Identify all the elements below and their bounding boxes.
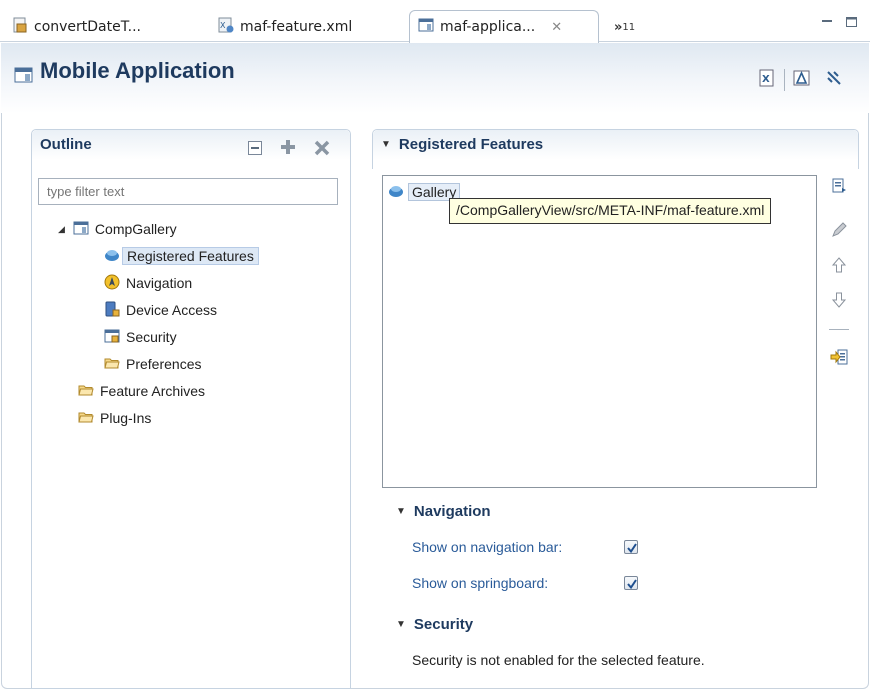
tree-node-navigation[interactable]: Navigation <box>104 272 192 294</box>
navigation-icon <box>104 274 120 293</box>
folder-icon <box>78 409 94 428</box>
tab-convertdate[interactable]: convertDateT... <box>4 12 149 42</box>
tree-label: Device Access <box>126 302 218 318</box>
tree-label: Plug-Ins <box>100 410 152 426</box>
maf-application-icon <box>418 17 434 37</box>
move-down-icon[interactable] <box>829 290 849 310</box>
show-on-springboard-checkbox[interactable] <box>624 576 638 590</box>
svg-text:X: X <box>220 21 226 30</box>
tree-label: Navigation <box>126 275 193 291</box>
editor-title: Mobile Application <box>40 58 235 83</box>
tree-label: Preferences <box>126 356 202 372</box>
tab-label: maf-feature.xml <box>240 19 353 35</box>
tree-label: Feature Archives <box>100 383 206 399</box>
edit-feature-icon[interactable] <box>829 220 849 240</box>
tree-label: CompGallery <box>94 221 177 237</box>
outline-title: Outline <box>40 136 92 153</box>
mobile-application-icon <box>73 220 89 239</box>
security-section-title[interactable]: ▼ Security <box>396 616 473 633</box>
move-up-icon[interactable] <box>829 255 849 275</box>
overflow-count: 11 <box>622 21 636 33</box>
folder-icon <box>104 355 120 374</box>
tree-label: Security <box>126 329 177 345</box>
tree-label: Registered Features <box>122 247 259 265</box>
maf-feature-icon: X <box>218 17 234 37</box>
section-expanded-icon: ▼ <box>381 139 391 150</box>
add-feature-icon[interactable] <box>829 176 849 196</box>
tab-label: convertDateT... <box>34 19 141 35</box>
tree-node-security[interactable]: Security <box>104 326 177 348</box>
tab-maf-feature[interactable]: X maf-feature.xml <box>210 12 360 42</box>
maximize-icon[interactable] <box>845 16 859 28</box>
security-icon <box>104 328 120 347</box>
tree-node-compgallery[interactable]: ◢ CompGallery <box>58 218 177 240</box>
java-file-icon <box>12 17 28 37</box>
header-toolbar: X <box>758 68 843 92</box>
show-on-navigation-bar-checkbox[interactable] <box>624 540 638 554</box>
security-message: Security is not enabled for the selected… <box>412 652 705 668</box>
disconnect-icon[interactable] <box>825 69 843 91</box>
close-tab-icon[interactable]: ✕ <box>551 20 562 35</box>
overflow-chevron-icon: » <box>614 19 623 35</box>
feature-path-tooltip: /CompGalleryView/src/META-INF/maf-featur… <box>449 198 772 224</box>
tree-node-registered-features[interactable]: Registered Features <box>104 245 259 267</box>
show-on-navigation-bar-label: Show on navigation bar: <box>412 539 563 555</box>
toolbar-separator <box>829 329 849 330</box>
device-access-icon <box>104 301 120 320</box>
svg-text:X: X <box>762 74 770 85</box>
import-feature-icon[interactable] <box>829 347 849 367</box>
tab-maf-application[interactable]: maf-applica... ✕ <box>409 10 599 43</box>
collapse-all-icon[interactable] <box>247 140 263 160</box>
delete-icon[interactable] <box>314 140 330 160</box>
toolbar-separator <box>784 69 785 91</box>
tree-node-plug-ins[interactable]: Plug-Ins <box>78 407 151 429</box>
add-icon[interactable] <box>280 139 296 159</box>
tree-expand-icon[interactable]: ◢ <box>58 224 65 235</box>
navigation-section-title[interactable]: ▼ Navigation <box>396 503 491 520</box>
deploy-icon[interactable] <box>793 69 811 91</box>
features-icon <box>104 247 120 266</box>
tree-node-device-access[interactable]: Device Access <box>104 299 217 321</box>
outline-filter-input[interactable] <box>38 178 338 205</box>
xml-source-icon[interactable]: X <box>758 69 776 91</box>
tab-label: maf-applica... <box>440 19 536 35</box>
show-on-springboard-label: Show on springboard: <box>412 575 549 591</box>
section-expanded-icon: ▼ <box>396 619 406 630</box>
folder-icon <box>78 382 94 401</box>
tree-node-preferences[interactable]: Preferences <box>104 353 201 375</box>
registered-features-title[interactable]: ▼ Registered Features <box>381 136 543 153</box>
section-expanded-icon: ▼ <box>396 506 406 517</box>
mobile-application-icon <box>14 66 34 88</box>
feature-icon <box>388 183 404 202</box>
minimize-icon[interactable] <box>820 16 834 28</box>
tree-node-feature-archives[interactable]: Feature Archives <box>78 380 205 402</box>
tab-overflow-button[interactable]: » 11 <box>606 12 643 42</box>
